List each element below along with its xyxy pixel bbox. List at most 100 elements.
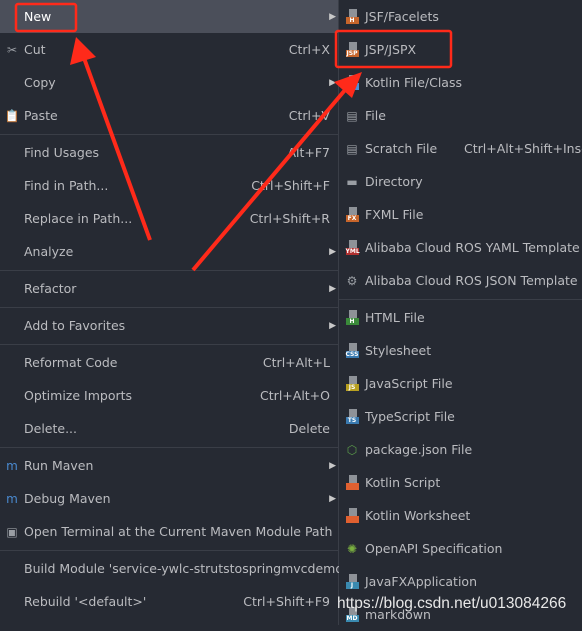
menu-item-label: Scratch File [365, 141, 438, 156]
menu-item-new[interactable]: New ▶ [0, 0, 338, 33]
terminal-icon: ▣ [6, 524, 18, 539]
menu-item-delete[interactable]: Delete... Delete [0, 412, 338, 445]
menu-item-file[interactable]: ▤ File [339, 99, 582, 132]
clipboard-icon: 📋 [4, 108, 20, 123]
menu-item-analyze[interactable]: Analyze ▶ [0, 235, 338, 268]
menu-item-label: File [365, 108, 386, 123]
submenu-arrow-icon: ▶ [329, 493, 336, 504]
menu-separator [0, 270, 338, 271]
submenu-arrow-icon: ▶ [329, 460, 336, 471]
submenu-arrow-icon: ▶ [329, 283, 336, 294]
openapi-icon: ✺ [346, 541, 358, 556]
menu-separator [0, 134, 338, 135]
menu-item-label: JavaScript File [365, 376, 453, 391]
jsf-file-icon: H [344, 9, 360, 25]
menu-item-label: OpenAPI Specification [365, 541, 503, 556]
menu-separator [0, 550, 338, 551]
kotlin-file-icon [344, 75, 360, 91]
menu-item-label: Stylesheet [365, 343, 432, 358]
scratch-file-icon: ▤ [346, 141, 358, 156]
menu-item-label: Paste [24, 108, 58, 123]
menu-item-jsp-jspx[interactable]: JSP JSP/JSPX [339, 33, 582, 66]
menu-item-label: JSF/Facelets [365, 9, 439, 24]
menu-item-paste[interactable]: 📋 Paste Ctrl+V [0, 99, 338, 132]
menu-item-rebuild-default[interactable]: Rebuild '<default>' Ctrl+Shift+F9 [0, 585, 338, 618]
ts-file-icon: TS [344, 409, 360, 425]
shortcut-label: Ctrl+Shift+F [251, 178, 330, 193]
menu-item-reformat-code[interactable]: Reformat Code Ctrl+Alt+L [0, 346, 338, 379]
menu-item-label: JSP/JSPX [365, 42, 417, 57]
menu-item-copy[interactable]: Copy ▶ [0, 66, 338, 99]
menu-item-openapi-specification[interactable]: ✺ OpenAPI Specification [339, 532, 582, 565]
menu-item-label: package.json File [365, 442, 473, 457]
context-menu: New ▶ ✂ Cut Ctrl+X Copy ▶ 📋 Paste Ctrl+V Find Usag… [0, 0, 346, 625]
menu-item-label: Debug Maven [24, 491, 111, 506]
menu-separator [339, 299, 582, 300]
menu-item-label: Kotlin Worksheet [365, 508, 471, 523]
menu-item-cut[interactable]: ✂ Cut Ctrl+X [0, 33, 338, 66]
menu-separator [0, 447, 338, 448]
menu-item-alibaba-cloud-ros-json-template[interactable]: ⚙ Alibaba Cloud ROS JSON Template [339, 264, 582, 297]
menu-item-run-maven[interactable]: m Run Maven ▶ [0, 449, 338, 482]
submenu-arrow-icon: ▶ [329, 77, 336, 88]
menu-item-label: Open Terminal at the Current Maven Modul… [24, 524, 333, 539]
menu-item-scratch-file[interactable]: ▤ Scratch File Ctrl+Alt+Shift+Insert [339, 132, 582, 165]
menu-item-refactor[interactable]: Refactor ▶ [0, 272, 338, 305]
menu-item-label: Alibaba Cloud ROS YAML Template [365, 240, 580, 255]
fxml-file-icon: FX [344, 207, 360, 223]
menu-item-label: HTML File [365, 310, 425, 325]
menu-item-optimize-imports[interactable]: Optimize Imports Ctrl+Alt+O [0, 379, 338, 412]
menu-item-kotlin-worksheet[interactable]: Kotlin Worksheet [339, 499, 582, 532]
scissors-icon: ✂ [6, 42, 18, 57]
nodejs-icon: ⬡ [346, 442, 358, 457]
shortcut-label: Delete [288, 421, 330, 436]
menu-item-javafxapplication[interactable]: J JavaFXApplication [339, 565, 582, 598]
menu-item-alibaba-cloud-ros-yaml-template[interactable]: YML Alibaba Cloud ROS YAML Template [339, 231, 582, 264]
menu-item-label: Analyze [24, 244, 74, 259]
menu-item-label: Find in Path... [24, 178, 109, 193]
javafx-file-icon: J [344, 574, 360, 590]
menu-item-label: Alibaba Cloud ROS JSON Template [365, 273, 578, 288]
menu-item-typescript-file[interactable]: TS TypeScript File [339, 400, 582, 433]
shortcut-label: Ctrl+Shift+R [249, 211, 330, 226]
maven-icon: m [6, 491, 18, 506]
menu-item-package-json-file[interactable]: ⬡ package.json File [339, 433, 582, 466]
menu-item-html-file[interactable]: H HTML File [339, 301, 582, 334]
menu-item-label: Directory [365, 174, 423, 189]
menu-item-find-in-path[interactable]: Find in Path... Ctrl+Shift+F [0, 169, 338, 202]
menu-item-debug-maven[interactable]: m Debug Maven ▶ [0, 482, 338, 515]
menu-item-build-module-service-ywlc-strutstospringmvcdemo[interactable]: Build Module 'service-ywlc-strutstosprin… [0, 552, 346, 585]
menu-item-replace-in-path[interactable]: Replace in Path... Ctrl+Shift+R [0, 202, 338, 235]
maven-icon: m [6, 458, 18, 473]
yaml-file-icon: YML [344, 240, 360, 256]
menu-item-label: Find Usages [24, 145, 100, 160]
menu-item-fxml-file[interactable]: FX FXML File [339, 198, 582, 231]
shortcut-label: Ctrl+V [288, 108, 330, 123]
menu-item-label: Build Module 'service-ywlc-strutstosprin… [24, 561, 347, 576]
menu-item-add-to-favorites[interactable]: Add to Favorites ▶ [0, 309, 338, 342]
menu-separator [0, 307, 338, 308]
menu-item-label: JavaFXApplication [365, 574, 477, 589]
shortcut-label: Ctrl+Alt+O [260, 388, 330, 403]
menu-item-find-usages[interactable]: Find Usages Alt+F7 [0, 136, 338, 169]
menu-item-jsf-facelets[interactable]: H JSF/Facelets [339, 0, 582, 33]
menu-item-label: Delete... [24, 421, 77, 436]
menu-item-label: Reformat Code [24, 355, 118, 370]
menu-item-kotlin-script[interactable]: Kotlin Script [339, 466, 582, 499]
menu-item-javascript-file[interactable]: JS JavaScript File [339, 367, 582, 400]
jsp-file-icon: JSP [344, 42, 360, 58]
menu-item-stylesheet[interactable]: CSS Stylesheet [339, 334, 582, 367]
submenu-arrow-icon: ▶ [329, 320, 336, 331]
menu-item-open-terminal-at-the-current-maven-module-path[interactable]: ▣ Open Terminal at the Current Maven Modu… [0, 515, 338, 548]
menu-item-label: Replace in Path... [24, 211, 133, 226]
menu-item-directory[interactable]: ▬ Directory [339, 165, 582, 198]
shortcut-label: Alt+F7 [287, 145, 330, 160]
html-file-icon: H [344, 310, 360, 326]
new-submenu: H JSF/Facelets JSP JSP/JSPX Kotlin File/Clas… [339, 0, 582, 625]
shortcut-label: Ctrl+X [288, 42, 330, 57]
kotlin-script-icon [344, 475, 360, 491]
menu-item-label: Kotlin File/Class [365, 75, 462, 90]
shortcut-label: Ctrl+Shift+F9 [243, 594, 330, 609]
menu-item-kotlin-file-class[interactable]: Kotlin File/Class [339, 66, 582, 99]
menu-item-label: Copy [24, 75, 56, 90]
